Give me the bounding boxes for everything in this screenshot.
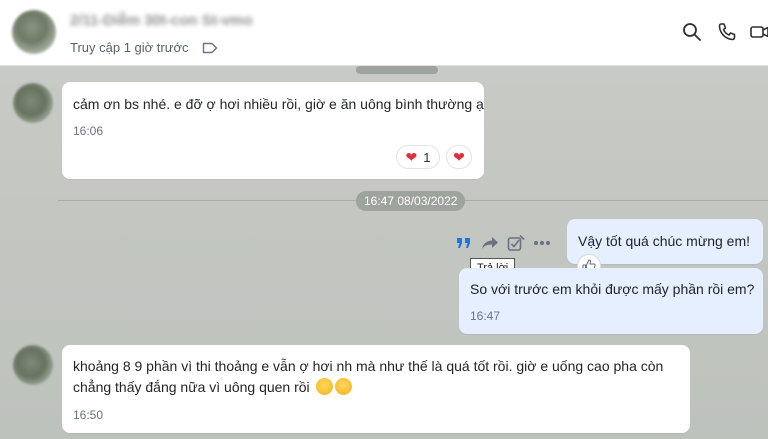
contact-name[interactable]: 2/11-Diễm 30t-con St-vmo <box>70 12 253 29</box>
video-call-icon[interactable] <box>750 22 768 47</box>
date-separator: 16:47 08/03/2022 <box>356 191 466 211</box>
tag-icon[interactable] <box>202 41 218 59</box>
react-heart-button[interactable]: ❤ <box>446 145 472 169</box>
message-bubble-received[interactable]: khoảng 8 9 phần vì thi thoảng e vẫn ợ hơ… <box>62 345 690 433</box>
message-text-line-2: chẳng thấy đắng nữa vì uông quen rồi <box>73 376 352 398</box>
message-text: chẳng thấy đắng nữa vì uông quen rồi <box>73 379 310 395</box>
select-message-icon[interactable] <box>506 233 526 253</box>
search-icon[interactable] <box>682 22 702 47</box>
message-text: Vậy tốt quá chúc mừng em! <box>578 233 751 249</box>
time-separator-chip <box>356 66 438 74</box>
forward-icon[interactable] <box>480 233 500 253</box>
message-text-line-1: khoảng 8 9 phần vì thi thoảng e vẫn ợ hơ… <box>73 358 664 374</box>
phone-call-icon[interactable] <box>717 22 737 47</box>
message-bubble-sent[interactable]: So với trước em khỏi được mấy phần rồi e… <box>459 268 763 334</box>
grinning-sweat-emoji-icon <box>334 378 352 395</box>
heart-icon: ❤ <box>405 148 418 165</box>
grinning-sweat-emoji-icon <box>315 378 333 395</box>
chat-header: 2/11-Diễm 30t-con St-vmo Truy cập 1 giờ … <box>0 0 768 66</box>
reaction-summary[interactable]: ❤ 1 <box>396 145 440 169</box>
quote-reply-icon[interactable] <box>454 233 474 253</box>
message-time: 16:06 <box>73 124 104 138</box>
message-text: cảm ơn bs nhé. e đỡ ợ hơi nhiều rồi, giờ… <box>73 96 484 112</box>
message-text: So với trước em khỏi được mấy phần rồi e… <box>470 281 755 297</box>
contact-avatar[interactable] <box>13 83 53 123</box>
message-time: 16:50 <box>73 408 104 422</box>
message-action-bar <box>448 229 558 257</box>
contact-avatar[interactable] <box>13 345 53 385</box>
reaction-count: 1 <box>423 149 431 165</box>
more-options-icon[interactable] <box>532 233 552 253</box>
contact-avatar[interactable] <box>12 10 56 54</box>
heart-icon: ❤ <box>453 148 465 165</box>
last-seen-status: Truy cập 1 giờ trước <box>70 40 189 55</box>
message-time: 16:47 <box>470 309 501 323</box>
